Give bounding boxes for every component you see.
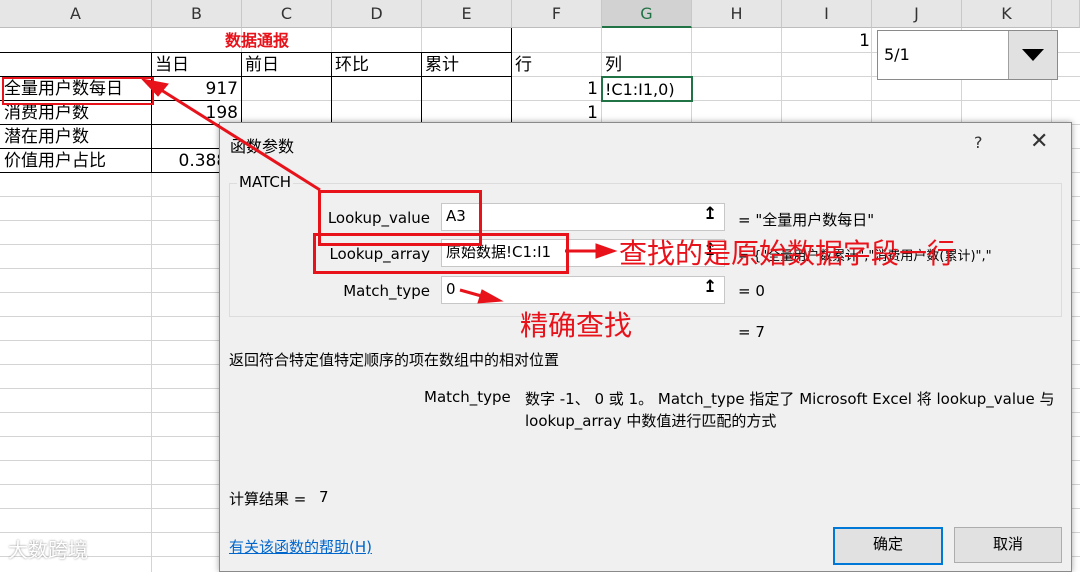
column-header-i[interactable]: I (782, 0, 872, 28)
dropdown-value: 5/1 (884, 45, 910, 64)
i2-cell[interactable]: 1 (782, 29, 870, 53)
lookup-array-annotation: 查找的是原始数据字段一行 (619, 237, 956, 270)
column-header-g[interactable]: G (602, 0, 692, 28)
calc-result-value: 7 (319, 488, 329, 506)
sheet-title[interactable]: 数据通报 (152, 29, 362, 53)
column-header-e[interactable]: E (422, 0, 512, 28)
ok-button[interactable]: 确定 (833, 527, 943, 565)
match-type-label: Match_type (343, 282, 430, 300)
column-header-a[interactable]: A (0, 0, 152, 28)
cancel-button[interactable]: 取消 (954, 527, 1062, 563)
row-value-b-1[interactable]: 917 (152, 77, 238, 101)
row-label-3[interactable]: 潜在用户数 (4, 125, 89, 149)
formula-result: = 7 (738, 323, 765, 341)
param-description-2: lookup_array 中数值进行匹配的方式 (525, 412, 777, 430)
function-name: MATCH (237, 173, 294, 191)
column-header-b[interactable]: B (152, 0, 242, 28)
chevron-down-icon[interactable] (1008, 31, 1057, 79)
highlight-lookup-array (313, 233, 569, 274)
watermark: 大数跨境 (8, 538, 88, 562)
dialog-title: 函数参数 (230, 137, 295, 156)
header-cell-e[interactable]: 累计 (425, 53, 459, 77)
highlight-a3 (2, 77, 154, 105)
header-cell-c[interactable]: 前日 (245, 53, 279, 77)
collapse-lookup-value-icon[interactable] (698, 203, 725, 231)
column-header-c[interactable]: C (242, 0, 332, 28)
function-description: 返回符合特定值特定顺序的项在数组中的相对位置 (229, 351, 560, 369)
column-header-d[interactable]: D (332, 0, 422, 28)
row-label-4[interactable]: 价值用户占比 (4, 149, 106, 173)
match-type-annotation: 精确查找 (520, 309, 633, 342)
date-dropdown[interactable]: 5/1 (877, 30, 1058, 80)
collapse-match-type-icon[interactable] (698, 276, 725, 304)
column-header-j[interactable]: J (872, 0, 962, 28)
column-header-l[interactable] (1052, 0, 1080, 28)
param-name: Match_type (424, 388, 511, 406)
lookup-value-result: = "全量用户数每日" (738, 211, 875, 229)
column-header-h[interactable]: H (692, 0, 782, 28)
help-icon[interactable]: ? (974, 133, 983, 152)
row-value-f-1[interactable]: 1 (512, 77, 598, 101)
column-header-k[interactable]: K (962, 0, 1052, 28)
header-cell-b[interactable]: 当日 (155, 53, 189, 77)
help-link[interactable]: 有关该函数的帮助(H) (229, 536, 372, 557)
header-cell-g[interactable]: 列 (605, 53, 622, 77)
column-header-f[interactable]: F (512, 0, 602, 28)
active-cell-g3[interactable]: !C1:I1,0) (601, 76, 693, 102)
header-cell-d[interactable]: 环比 (335, 53, 369, 77)
calc-result-label: 计算结果 = (229, 490, 307, 508)
match-type-result: = 0 (738, 282, 765, 300)
close-icon[interactable]: ✕ (1030, 129, 1048, 154)
param-description-1: 数字 -1、 0 或 1。 Match_type 指定了 Microsoft E… (525, 390, 1055, 408)
header-cell-f[interactable]: 行 (515, 53, 532, 77)
match-type-input[interactable]: 0 (441, 276, 704, 304)
